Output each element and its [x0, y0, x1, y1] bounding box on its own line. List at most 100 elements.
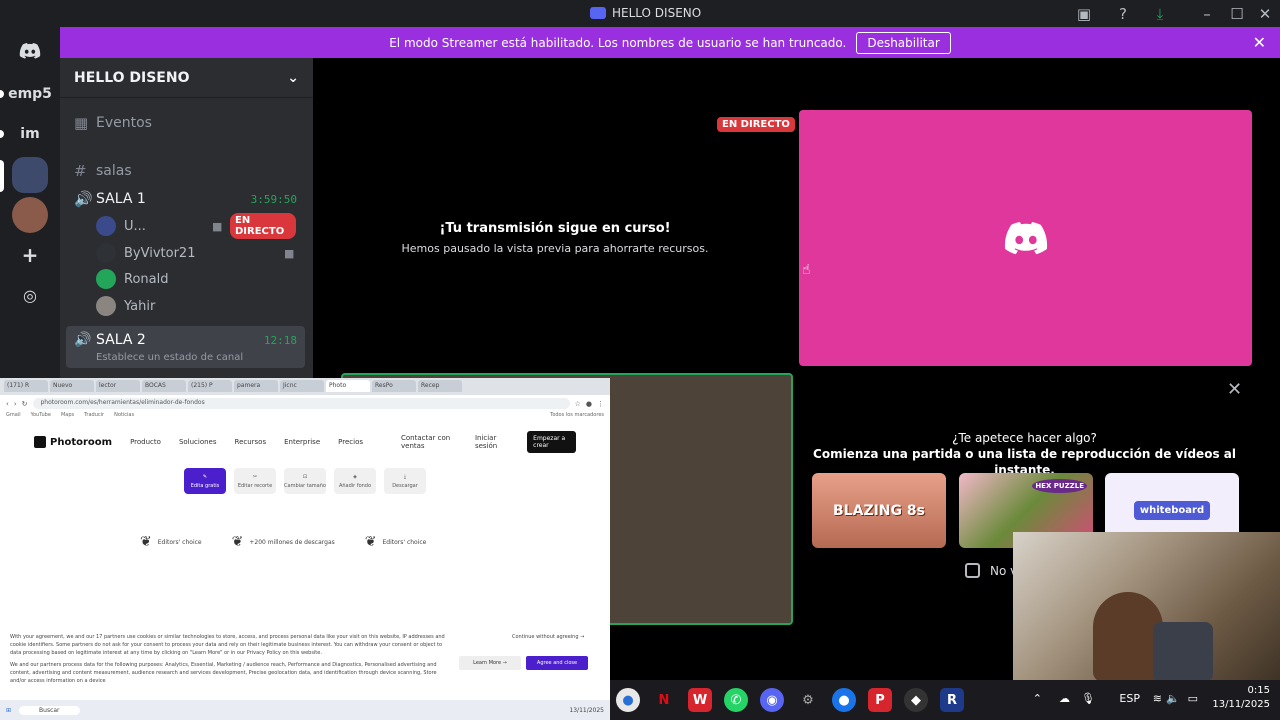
voice-user[interactable]: Ronald: [96, 267, 168, 291]
participant-tile[interactable]: [799, 110, 1252, 366]
clock[interactable]: 0:15 13/11/2025: [1212, 684, 1270, 712]
browser-toolbar: ‹ › ↻ photoroom.com/es/herramientas/elim…: [0, 395, 610, 412]
forward-icon[interactable]: ›: [14, 400, 17, 408]
mic-icon[interactable]: 🎙: [1081, 692, 1095, 705]
browser-tab[interactable]: pamera: [234, 380, 278, 392]
voice-user[interactable]: ByVivtor21 ■: [96, 241, 296, 265]
chrome-icon[interactable]: ●: [616, 688, 640, 712]
address-bar[interactable]: photoroom.com/es/herramientas/eliminador…: [32, 398, 570, 409]
photoroom-logo[interactable]: Photoroom: [34, 436, 112, 448]
settings-icon[interactable]: ⚙: [796, 688, 820, 712]
browser-tab[interactable]: ResPo: [372, 380, 416, 392]
nav-item[interactable]: Recursos: [235, 438, 267, 446]
battery-icon[interactable]: ▭: [1188, 692, 1198, 705]
browser-tab-strip: (171) R Nuevo lector BOCAS (215) P pamer…: [0, 378, 610, 395]
tool-row: ✎ Edita gratis ✂ Editar recorte ⊡ Cambiar t…: [0, 468, 610, 494]
title-bar: HELLO DISENO ▣ ? ⤓ – ☐ ✕: [0, 0, 1280, 27]
chrome-profile-icon[interactable]: ●: [832, 688, 856, 712]
wifi-icon[interactable]: ≋: [1153, 692, 1162, 705]
tool-label: Edita gratis: [190, 482, 220, 489]
tool-button[interactable]: ⤓ Descargar: [384, 468, 426, 494]
wps-pdf-icon[interactable]: P: [868, 688, 892, 712]
discover-icon[interactable]: ◎: [12, 277, 48, 313]
learn-more-button[interactable]: Learn More →: [459, 656, 521, 670]
browser-tab[interactable]: (215) P: [188, 380, 232, 392]
paused-preview[interactable]: ¡Tu transmisión sigue en curso! Hemos pa…: [313, 110, 797, 366]
profile-icon[interactable]: ●: [586, 400, 592, 408]
help-icon[interactable]: ?: [1114, 5, 1132, 23]
close-icon[interactable]: ✕: [1227, 379, 1242, 400]
nav-item[interactable]: Precios: [338, 438, 363, 446]
bookmark[interactable]: YouTube: [31, 412, 51, 422]
inbox-icon[interactable]: ▣: [1075, 5, 1093, 23]
browser-tab[interactable]: (171) R: [4, 380, 48, 392]
nav-item[interactable]: Producto: [130, 438, 161, 446]
discord-home-icon[interactable]: [12, 33, 48, 69]
bookmark[interactable]: Traducir: [84, 412, 104, 422]
maximize-icon[interactable]: ☐: [1228, 5, 1246, 23]
server-avatar[interactable]: [12, 197, 48, 233]
menu-icon[interactable]: ⋮: [597, 400, 604, 408]
back-icon[interactable]: ‹: [6, 400, 9, 408]
tool-button[interactable]: ⊡ Cambiar tamaño: [284, 468, 326, 494]
login-link[interactable]: Iniciar sesión: [475, 434, 509, 450]
tool-button[interactable]: ✂ Editar recorte: [234, 468, 276, 494]
voice-channel-sala1[interactable]: 🔊 SALA 1 3:59:50: [68, 186, 305, 212]
reload-icon[interactable]: ↻: [22, 400, 28, 408]
layers-icon: ◈: [353, 473, 357, 480]
events-item[interactable]: ▦ Eventos: [68, 110, 305, 136]
tool-button[interactable]: ✎ Edita gratis: [184, 468, 226, 494]
voice-channel-sala2[interactable]: 🔊 SALA 2 12:18 Establece un estado de ca…: [66, 326, 305, 368]
bookmark[interactable]: Gmail: [6, 412, 21, 422]
netflix-icon[interactable]: N: [652, 688, 676, 712]
language-indicator[interactable]: ESP: [1119, 692, 1140, 705]
server-header[interactable]: HELLO DISENO ⌄: [60, 58, 313, 98]
close-window-icon[interactable]: ✕: [1256, 5, 1274, 23]
close-icon[interactable]: ✕: [1253, 33, 1266, 52]
search-box[interactable]: Buscar: [19, 705, 80, 715]
tool-label: Cambiar tamaño: [284, 482, 326, 489]
category-salas[interactable]: # salas: [68, 158, 305, 184]
discord-icon[interactable]: ◉: [760, 688, 784, 712]
no-show-checkbox[interactable]: No v: [965, 563, 1017, 578]
contact-link[interactable]: Contactar con ventas: [401, 434, 457, 450]
server-im[interactable]: im: [12, 116, 48, 152]
minimize-icon[interactable]: –: [1198, 5, 1216, 23]
nav-item[interactable]: Soluciones: [179, 438, 217, 446]
channel-status[interactable]: Establece un estado de canal: [96, 352, 243, 363]
volume-icon[interactable]: 🔈: [1166, 692, 1180, 705]
award-badge: ❦ +200 millones de descargas: [232, 534, 335, 550]
browser-tab[interactable]: lector: [96, 380, 140, 392]
browser-tab[interactable]: Recep: [418, 380, 462, 392]
nav-item[interactable]: Enterprise: [284, 438, 320, 446]
voice-user[interactable]: U... ■ EN DIRECTO: [96, 213, 296, 239]
voice-user[interactable]: Yahir: [96, 294, 155, 318]
continue-link[interactable]: Continue without agreeing →: [512, 634, 584, 640]
whatsapp-icon[interactable]: ✆: [724, 688, 748, 712]
all-bookmarks[interactable]: Todos los marcadores: [550, 412, 604, 422]
download-icon[interactable]: ⤓: [1151, 5, 1169, 23]
server-emp5[interactable]: emp5: [8, 76, 52, 112]
wps-icon[interactable]: W: [688, 688, 712, 712]
r-app-icon[interactable]: R: [940, 688, 964, 712]
windows-start-icon[interactable]: ⊞: [6, 707, 11, 714]
disable-streamer-button[interactable]: Deshabilitar: [856, 31, 951, 54]
browser-tab[interactable]: Nuevo: [50, 380, 94, 392]
chevron-up-icon[interactable]: ⌃: [1033, 692, 1042, 705]
server-hello-diseno[interactable]: [12, 157, 48, 193]
agree-button[interactable]: Agree and close: [526, 656, 588, 670]
checkbox[interactable]: [965, 563, 980, 578]
browser-tab[interactable]: Jicnc: [280, 380, 324, 392]
bookmark[interactable]: Noticias: [114, 412, 134, 422]
browser-tab[interactable]: Photo: [326, 380, 370, 392]
add-server-icon[interactable]: +: [12, 237, 48, 273]
tool-button[interactable]: ◈ Añadir fondo: [334, 468, 376, 494]
browser-tab[interactable]: BOCAS: [142, 380, 186, 392]
cloud-icon[interactable]: ☁: [1059, 692, 1070, 705]
bookmark[interactable]: Maps: [61, 412, 74, 422]
start-button[interactable]: Empezar a crear: [527, 431, 576, 453]
app-icon[interactable]: ◆: [904, 688, 928, 712]
star-icon[interactable]: ☆: [575, 400, 581, 408]
avatar: [96, 243, 116, 263]
activity-card[interactable]: BLAZING 8s: [812, 473, 946, 548]
